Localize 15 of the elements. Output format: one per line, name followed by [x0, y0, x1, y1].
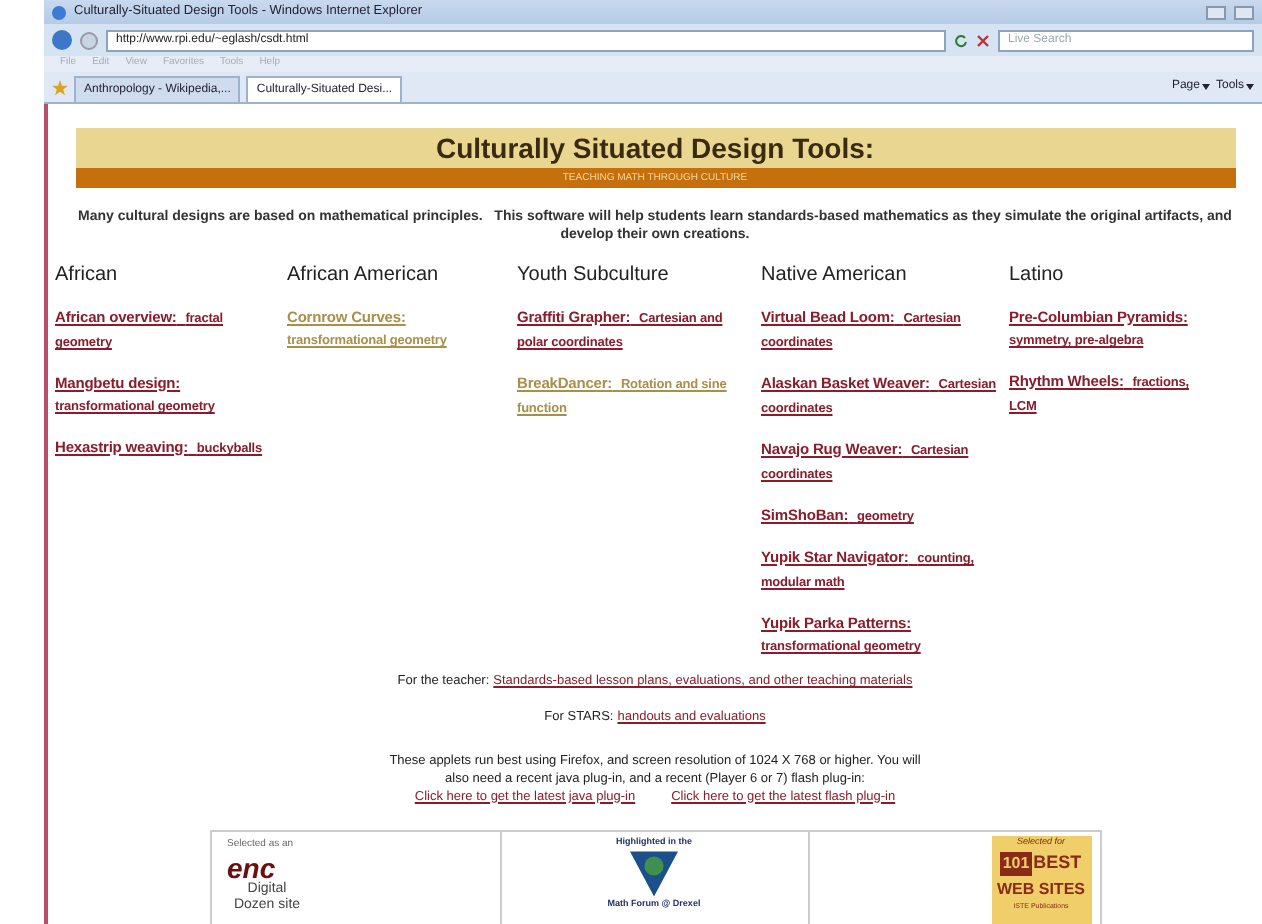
- enc-logo: enc: [227, 853, 276, 882]
- column-heading: Native American: [761, 264, 909, 286]
- caret-icon[interactable]: [1201, 84, 1210, 90]
- column-heading: Youth Subculture: [517, 264, 671, 286]
- column-heading: African American: [287, 264, 441, 286]
- caret-icon[interactable]: [1246, 84, 1254, 90]
- column-heading: African: [55, 264, 120, 286]
- refresh-icon[interactable]: [954, 33, 968, 47]
- page-title: Culturally Situated Design Tools:: [435, 130, 875, 168]
- favorites-star-icon[interactable]: [52, 79, 68, 95]
- maximize-button[interactable]: [1234, 5, 1254, 19]
- column-heading: Latino: [1009, 264, 1066, 286]
- stop-icon[interactable]: [976, 33, 990, 47]
- minimize-button[interactable]: [1206, 5, 1226, 19]
- globe-triangle-icon: [628, 850, 680, 898]
